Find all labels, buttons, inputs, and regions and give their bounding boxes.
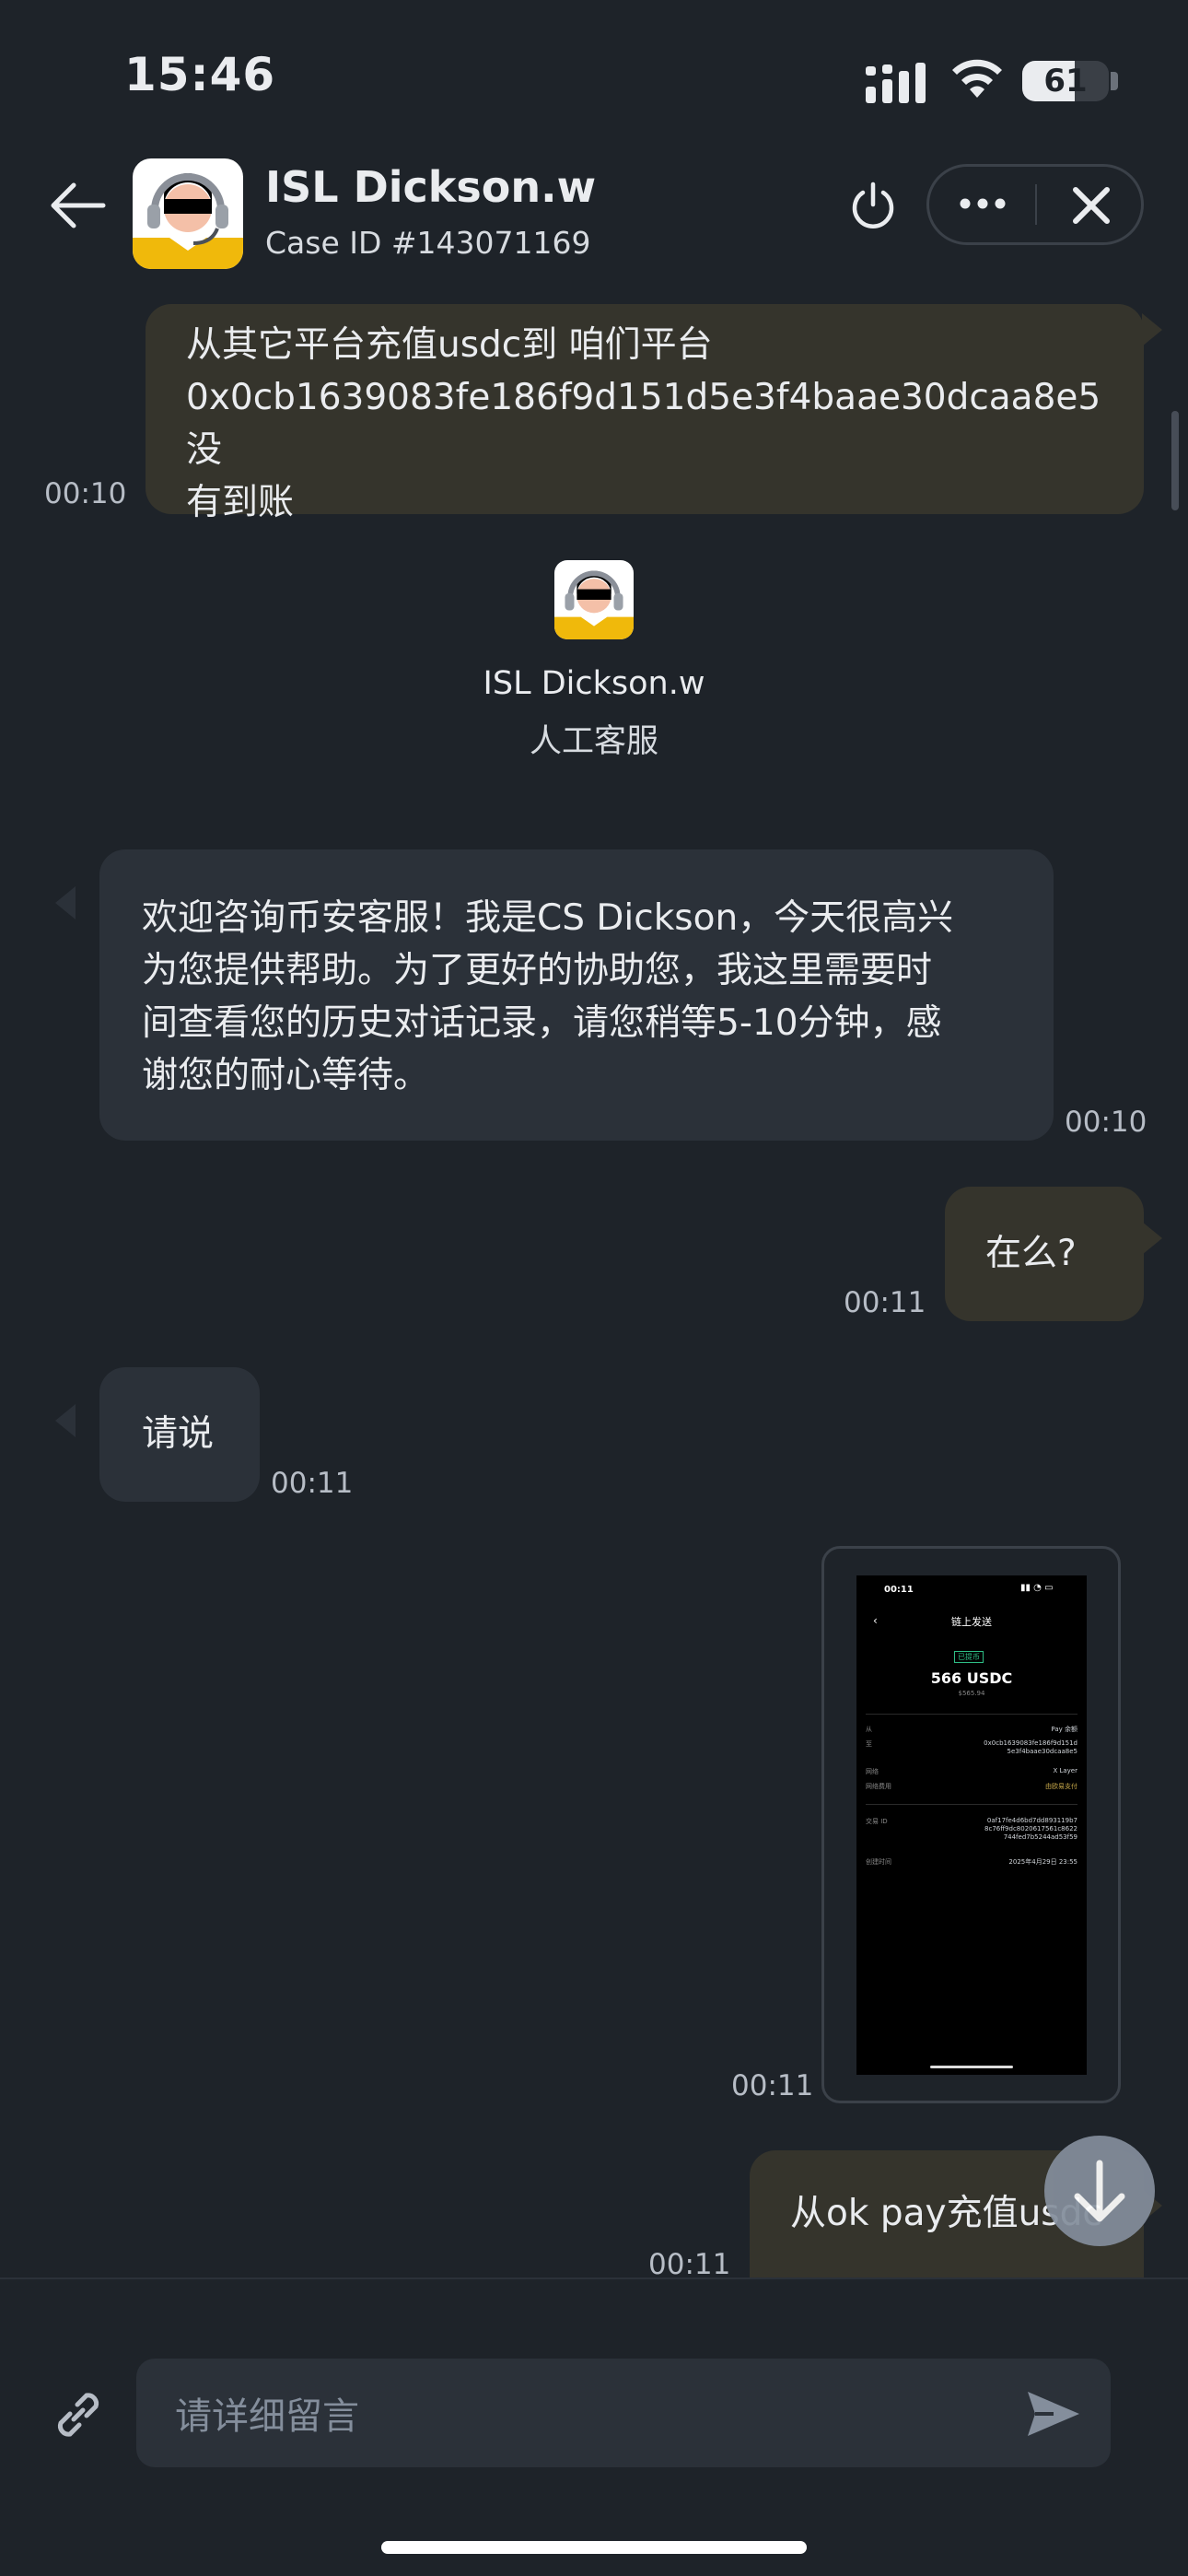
back-arrow-icon[interactable] bbox=[48, 181, 107, 230]
battery-tip bbox=[1111, 72, 1118, 90]
more-icon[interactable] bbox=[958, 190, 1007, 217]
message-text-line: 0x0cb1639083fe186f9d151d5e3f4baae30dcaa8… bbox=[186, 377, 1101, 471]
message-text-line: 从其它平台充值usdc到 咱们平台 bbox=[186, 324, 713, 366]
image-thumbnail[interactable]: 00:11 ▮▮ ◔ ▭ ‹ 链上发送 已提币 566 USDC $565.94… bbox=[856, 1575, 1087, 2075]
message-text: 请说 bbox=[142, 1413, 215, 1455]
message-text-line: 谢您的耐心等待。 bbox=[142, 1055, 430, 1096]
bubble-tail bbox=[1142, 313, 1162, 346]
message-time: 00:11 bbox=[731, 2069, 814, 2102]
power-icon[interactable] bbox=[847, 181, 899, 232]
message-time: 00:10 bbox=[44, 477, 127, 510]
preview-row-value: 0x0cb1639083fe186f9d151d 5e3f4baae30dcaa… bbox=[984, 1739, 1077, 1755]
preview-row-value: Pay 余额 bbox=[1051, 1726, 1077, 1733]
preview-row-value: X Layer bbox=[1053, 1767, 1077, 1774]
message-input[interactable]: 请详细留言 bbox=[136, 2359, 1111, 2467]
preview-amount: 566 USDC bbox=[930, 1669, 1013, 1687]
message-text: 在么? bbox=[985, 1233, 1077, 1274]
message-text-line: 有到账 bbox=[186, 482, 295, 523]
message-bubble-in[interactable]: 请说 bbox=[99, 1367, 260, 1502]
agent-name: ISL Dickson.w bbox=[265, 162, 597, 212]
battery-icon: 61 bbox=[1022, 61, 1109, 101]
message-bubble-out[interactable]: 在么? bbox=[945, 1187, 1144, 1321]
message-time: 00:11 bbox=[271, 1467, 354, 1500]
preview-row-label: 网络 bbox=[866, 1768, 879, 1775]
message-time: 00:10 bbox=[1065, 1106, 1147, 1139]
preview-row-value: 2025年4月29日 23:55 bbox=[1008, 1858, 1077, 1866]
preview-title: 链上发送 bbox=[951, 1616, 992, 1628]
agent-avatar bbox=[133, 158, 243, 269]
agent-card-name: ISL Dickson.w bbox=[483, 665, 705, 702]
agent-card-avatar bbox=[554, 560, 634, 639]
bubble-tail bbox=[1142, 1222, 1162, 1255]
preview-row-label: 至 bbox=[866, 1740, 872, 1748]
chat-scrollbar[interactable] bbox=[1171, 411, 1179, 510]
preview-home-indicator bbox=[930, 2066, 1013, 2068]
preview-row-label: 交易 ID bbox=[866, 1818, 888, 1825]
preview-row-value: 0af17fe4d6bd7dd893119b7 8c76ff9dc8020617… bbox=[984, 1817, 1077, 1841]
message-text-line: 为您提供帮助。为了更好的协助您，我这里需要时 bbox=[142, 950, 933, 991]
message-time: 00:11 bbox=[648, 2248, 731, 2281]
bubble-tail bbox=[55, 1404, 76, 1437]
preview-fiat: $565.94 bbox=[958, 1690, 985, 1697]
message-bubble-out[interactable]: 从其它平台充值usdc到 咱们平台 0x0cb1639083fe186f9d15… bbox=[146, 304, 1144, 523]
arrow-down-icon bbox=[1074, 2160, 1125, 2222]
battery-percent: 61 bbox=[1043, 63, 1088, 100]
message-text-line: 欢迎咨询币安客服！我是CS Dickson，今天很高兴 bbox=[142, 897, 954, 939]
preview-row-label: 网络费用 bbox=[866, 1783, 891, 1790]
preview-row-label: 从 bbox=[866, 1726, 872, 1733]
status-time: 15:46 bbox=[124, 48, 276, 101]
scroll-to-bottom-button[interactable] bbox=[1044, 2136, 1155, 2246]
preview-row-label: 创建时间 bbox=[866, 1858, 891, 1866]
home-indicator bbox=[381, 2541, 807, 2554]
link-icon[interactable] bbox=[50, 2386, 107, 2443]
preview-divider bbox=[866, 1714, 1077, 1715]
message-text-line: 间查看您的历史对话记录，请您稍等5-10分钟，感 bbox=[142, 1002, 942, 1044]
send-icon[interactable] bbox=[1026, 2388, 1081, 2440]
message-input-placeholder: 请详细留言 bbox=[175, 2395, 359, 2438]
preview-divider bbox=[866, 1804, 1077, 1805]
preview-status-icons: ▮▮ ◔ ▭ bbox=[1020, 1583, 1054, 1593]
message-time: 00:11 bbox=[844, 1286, 926, 1319]
preview-time: 00:11 bbox=[884, 1585, 914, 1595]
wifi-icon bbox=[952, 59, 1002, 98]
pill-divider bbox=[1035, 184, 1037, 225]
preview-row-value: 由欧易支付 bbox=[1045, 1783, 1077, 1790]
bubble-tail bbox=[55, 886, 76, 919]
preview-badge: 已提币 bbox=[954, 1651, 984, 1663]
close-icon[interactable] bbox=[1068, 182, 1114, 228]
agent-card-role: 人工客服 bbox=[529, 723, 658, 760]
signal-icon bbox=[866, 63, 926, 103]
case-id: Case ID #143071169 bbox=[265, 225, 591, 261]
message-bubble-in[interactable]: 欢迎咨询币安客服！我是CS Dickson，今天很高兴 为您提供帮助。为了更好的… bbox=[99, 849, 1054, 1141]
